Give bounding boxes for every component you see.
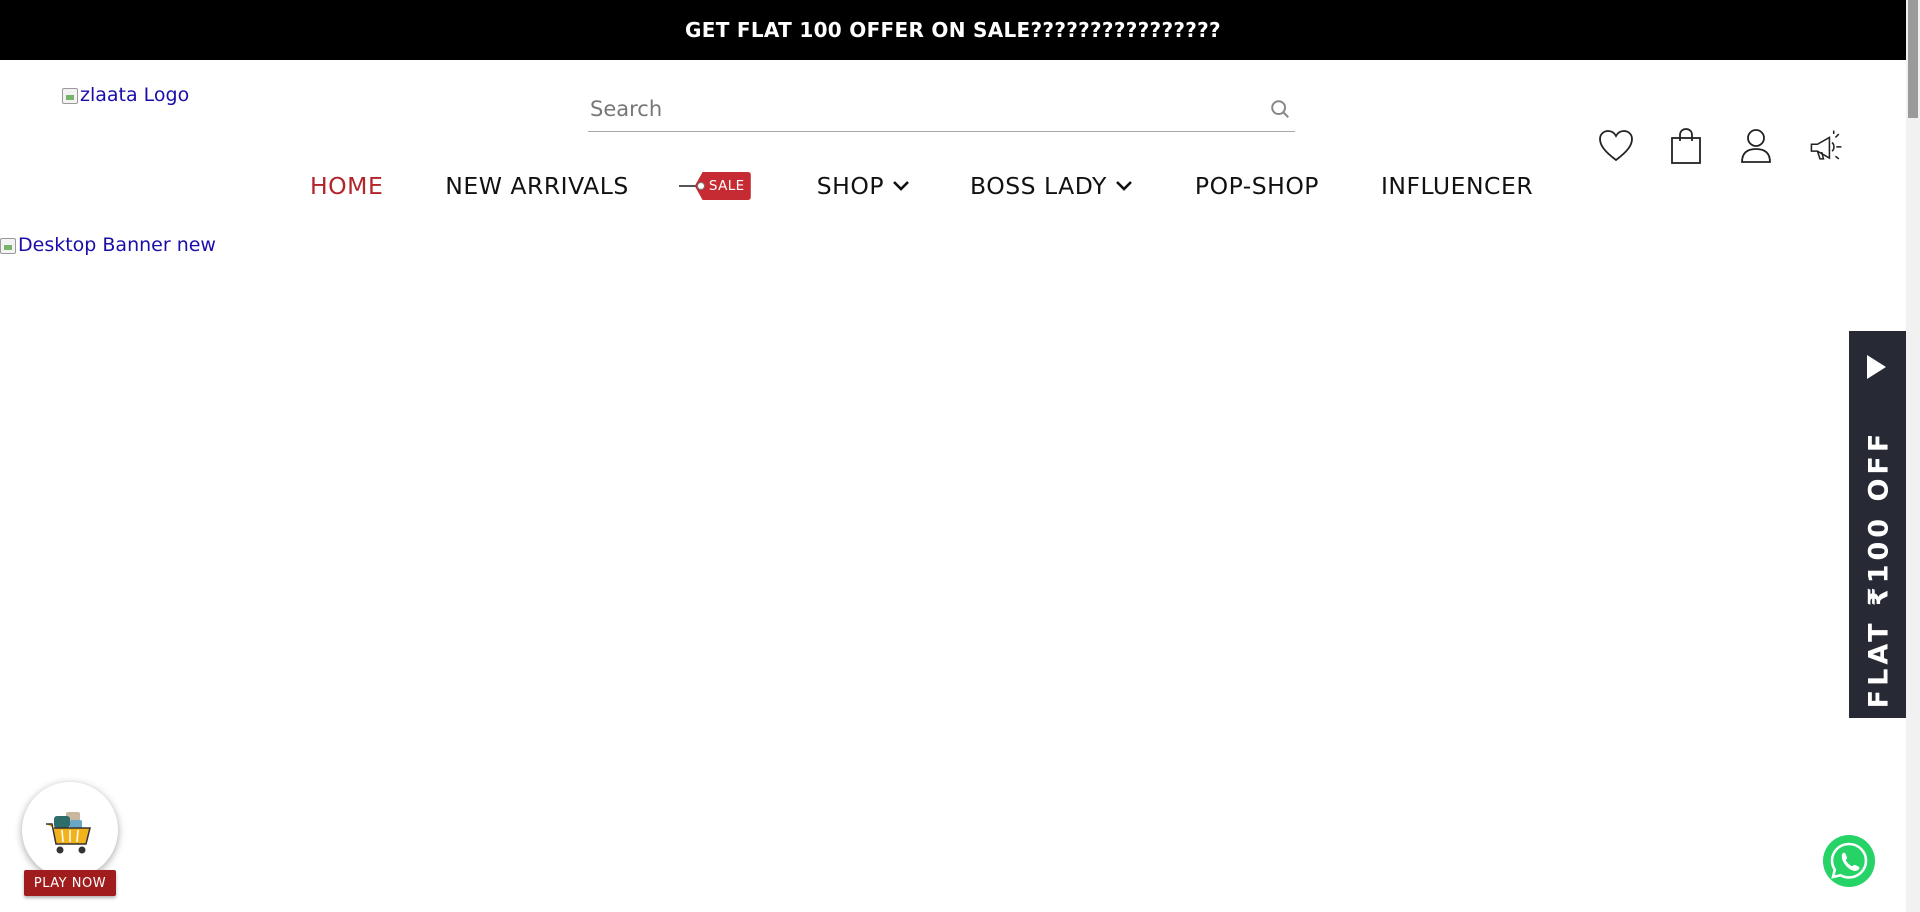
nav-boss-lady[interactable]: BOSS LADY <box>970 172 1133 200</box>
nav-shop[interactable]: SHOP <box>817 172 910 200</box>
heart-icon[interactable] <box>1598 128 1634 164</box>
nav-boss-lady-label: BOSS LADY <box>970 172 1107 200</box>
nav-new-arrivals[interactable]: NEW ARRIVALS <box>445 172 628 200</box>
megaphone-icon[interactable] <box>1808 128 1844 164</box>
search-input[interactable] <box>588 96 1265 121</box>
play-now-label: PLAY NOW <box>24 870 116 896</box>
logo-alt-text: zlaata Logo <box>80 84 190 106</box>
shopping-bag-icon[interactable] <box>1668 128 1704 164</box>
play-now-widget[interactable]: PLAY NOW <box>20 782 120 902</box>
flat-offer-text: FLAT ₹100 OFF <box>1863 429 1894 709</box>
desktop-banner[interactable]: Desktop Banner new <box>0 234 216 256</box>
nav-pop-shop[interactable]: POP-SHOP <box>1195 172 1319 200</box>
nav-sale-tag[interactable]: SALE <box>678 170 751 202</box>
site-logo[interactable]: zlaata Logo <box>62 84 189 106</box>
broken-image-icon <box>62 88 78 104</box>
nav-home[interactable]: HOME <box>310 172 383 200</box>
flat-offer-tab[interactable]: FLAT ₹100 OFF <box>1849 331 1908 718</box>
play-arrow-icon <box>1864 353 1888 385</box>
tag-hole <box>696 182 705 190</box>
chevron-down-icon <box>1115 180 1133 192</box>
search-bar <box>588 86 1295 132</box>
scrollbar[interactable] <box>1906 0 1920 912</box>
user-icon[interactable] <box>1738 128 1774 164</box>
header-icons <box>1598 128 1844 164</box>
announcement-bar: GET FLAT 100 OFFER ON SALE??????????????… <box>0 0 1906 60</box>
shopping-cart-icon <box>22 782 118 878</box>
nav-influencer[interactable]: INFLUENCER <box>1381 172 1533 200</box>
search-icon[interactable] <box>1265 94 1295 124</box>
scroll-thumb[interactable] <box>1908 0 1918 118</box>
banner-alt-text: Desktop Banner new <box>18 234 216 256</box>
chevron-down-icon <box>892 180 910 192</box>
announcement-text: GET FLAT 100 OFFER ON SALE??????????????… <box>685 18 1221 42</box>
main-nav: HOME NEW ARRIVALS SALE SHOP BOSS LADY PO… <box>310 168 1533 204</box>
broken-image-icon <box>0 238 16 254</box>
page: GET FLAT 100 OFFER ON SALE??????????????… <box>0 0 1920 912</box>
nav-shop-label: SHOP <box>816 172 885 200</box>
whatsapp-icon[interactable] <box>1822 834 1876 888</box>
